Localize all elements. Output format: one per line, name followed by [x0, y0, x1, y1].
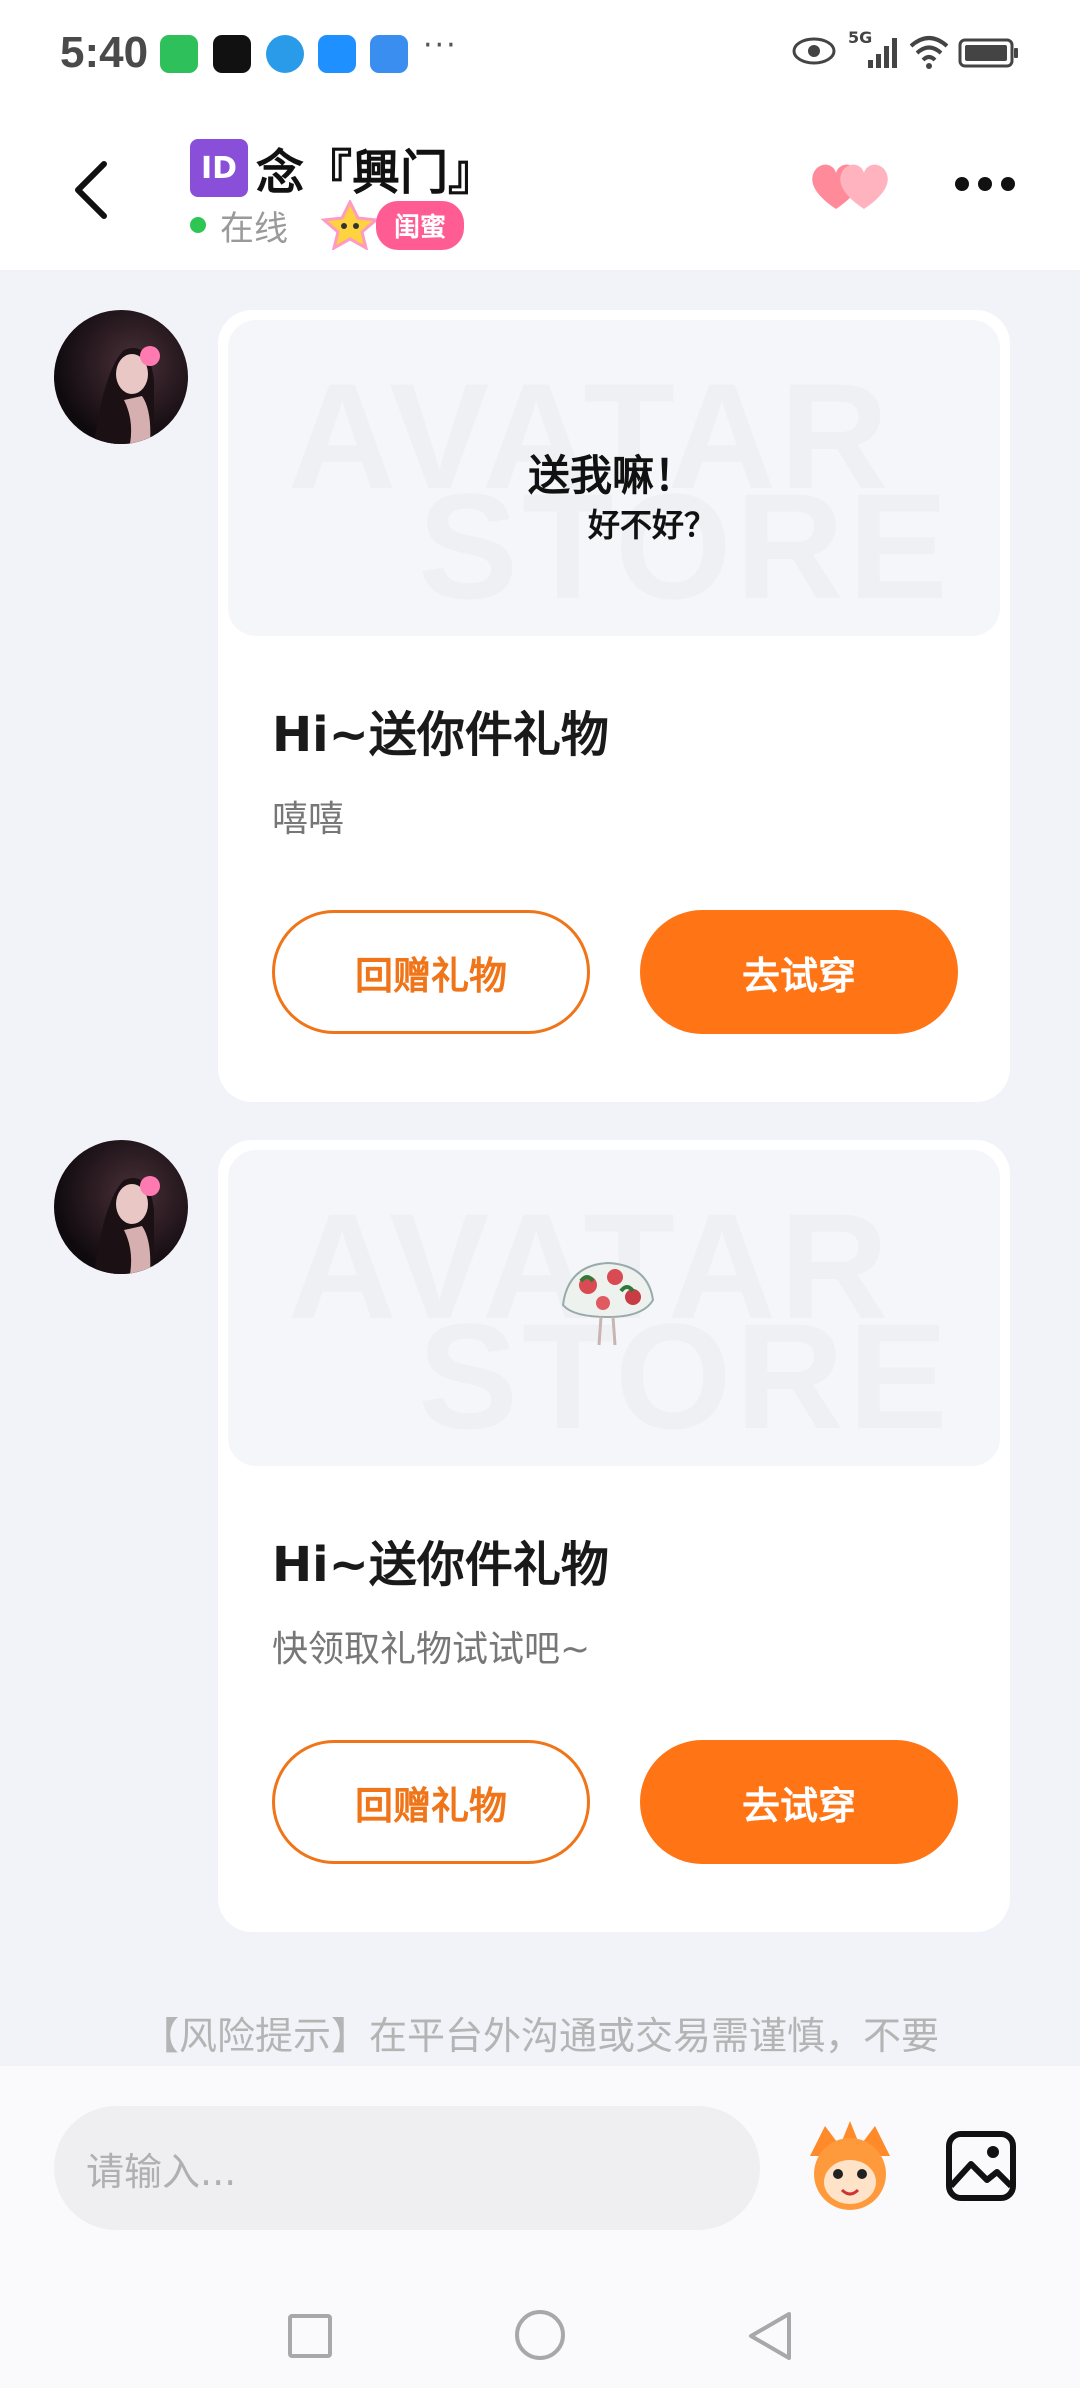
mascot-emoji-icon[interactable]: [800, 2116, 900, 2216]
gift-card-subtitle: 快领取礼物试试吧~: [272, 1629, 591, 1670]
more-notifications-indicator: ···: [423, 28, 458, 63]
weather-icon: [370, 35, 408, 73]
dot-icon: [955, 177, 969, 191]
system-back-icon[interactable]: [745, 2310, 795, 2362]
dot-icon: [1001, 177, 1015, 191]
online-status: 在线: [220, 208, 288, 249]
signal-icon: [868, 38, 897, 68]
return-gift-button[interactable]: 回赠礼物: [272, 910, 590, 1034]
browser-icon: [266, 35, 304, 73]
online-dot-icon: [190, 217, 206, 233]
status-bar: 5:40 ··· 5G: [0, 0, 1080, 105]
message-icon: [318, 35, 356, 73]
return-gift-button[interactable]: 回赠礼物: [272, 1740, 590, 1864]
sender-avatar[interactable]: [54, 310, 188, 444]
input-bar: 请输入...: [0, 2066, 1080, 2278]
watermark-text: STORE: [418, 1292, 953, 1460]
dot-icon: [978, 177, 992, 191]
gift-image-text: 好不好？: [588, 506, 717, 544]
more-options-button[interactable]: [955, 169, 1015, 199]
image-picker-icon[interactable]: [945, 2130, 1017, 2202]
sender-avatar[interactable]: [54, 1140, 188, 1274]
contact-name: 念『興门』: [256, 145, 497, 201]
eye-icon: [792, 37, 836, 65]
back-arrow-icon[interactable]: [68, 160, 116, 220]
status-time: 5:40: [60, 28, 149, 77]
try-on-button[interactable]: 去试穿: [640, 910, 958, 1034]
gift-image-text: 送我嘛！: [528, 451, 697, 500]
wechat-icon: [160, 35, 198, 73]
gift-message-card[interactable]: AVATAR STORE Hi~送你件礼物 快领取礼物试试吧~ 回赠礼物 去试穿: [218, 1140, 1010, 1932]
intimacy-hearts-icon[interactable]: [808, 159, 892, 213]
home-button[interactable]: [515, 2310, 565, 2360]
message-input[interactable]: 请输入...: [54, 2106, 760, 2230]
gift-image[interactable]: AVATAR STORE: [228, 1150, 1000, 1466]
floral-cap-icon: [561, 1261, 655, 1346]
chat-header: ID 念『興门』 在线 闺蜜: [0, 105, 1080, 270]
gift-message-card[interactable]: AVATAR STORE 送我嘛！ 好不好？ Hi~送你件礼物 嘻嘻 回赠礼物 …: [218, 310, 1010, 1102]
battery-icon: [958, 38, 1018, 68]
gift-card-subtitle: 嘻嘻: [272, 799, 345, 840]
gift-card-title: Hi~送你件礼物: [272, 707, 609, 763]
gift-card-title: Hi~送你件礼物: [272, 1537, 609, 1593]
system-nav-bar: [0, 2278, 1080, 2388]
try-on-button[interactable]: 去试穿: [640, 1740, 958, 1864]
relation-tag: 闺蜜: [376, 200, 465, 250]
tiktok-icon: [213, 35, 251, 73]
risk-notice: 【风险提示】在平台外沟通或交易需谨慎，不要: [140, 2014, 939, 2058]
wifi-icon: [909, 36, 949, 69]
id-badge-icon: ID: [190, 139, 248, 197]
recent-apps-button[interactable]: [288, 2314, 332, 2358]
gift-image[interactable]: AVATAR STORE 送我嘛！ 好不好？: [228, 320, 1000, 636]
contact-status-row: 在线 闺蜜: [190, 200, 465, 250]
contact-title-row[interactable]: ID 念『興门』: [190, 133, 496, 203]
